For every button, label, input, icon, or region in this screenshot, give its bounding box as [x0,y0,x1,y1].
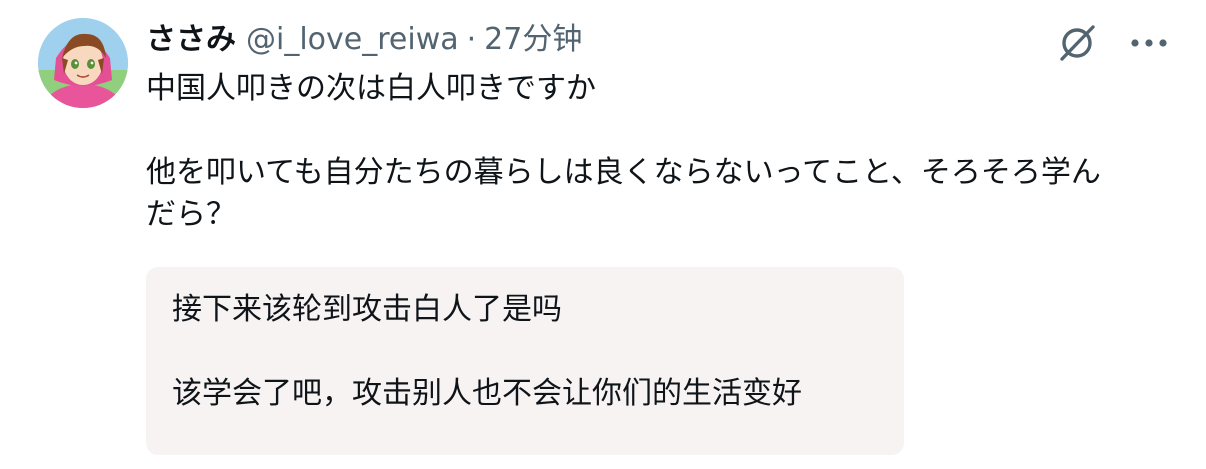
translation-line: 该学会了吧，攻击别人也不会让你们的生活变好 [172,376,802,411]
translate-toggle-button[interactable] [1054,20,1100,66]
avatar-image [38,18,128,108]
post-text-line: だら？ [146,197,236,232]
post-time[interactable]: 27分钟 [484,18,582,62]
translation-line: 接下来该轮到攻击白人了是吗 [172,292,562,327]
separator-dot: · [466,22,477,57]
user-handle[interactable]: @i_love_reiwa [246,18,459,62]
post-header: ささみ @i_love_reiwa · 27分钟 [146,18,1146,62]
translation-box: 接下来该轮到攻击白人了是吗 该学会了吧，攻击别人也不会让你们的生活变好 [146,267,904,455]
display-name[interactable]: ささみ [146,18,236,62]
more-options-button[interactable] [1126,20,1172,66]
post-content: ささみ @i_love_reiwa · 27分钟 中国人叩きの次は白人叩きですか… [146,18,1146,236]
post-text-line: 中国人叩きの次は白人叩きですか [146,71,596,106]
post-text-line: 他を叩いても自分たちの暮らしは良くならないってこと、そろそろ学ん [146,155,1101,190]
post-body: 中国人叩きの次は白人叩きですか 他を叩いても自分たちの暮らしは良くならないってこ… [146,68,1146,236]
no-translate-icon [1060,25,1095,61]
post-card: ささみ @i_love_reiwa · 27分钟 中国人叩きの次は白人叩きですか… [0,0,1206,469]
avatar[interactable] [38,18,128,108]
more-options-icon [1131,39,1167,47]
post-actions [1054,20,1172,66]
